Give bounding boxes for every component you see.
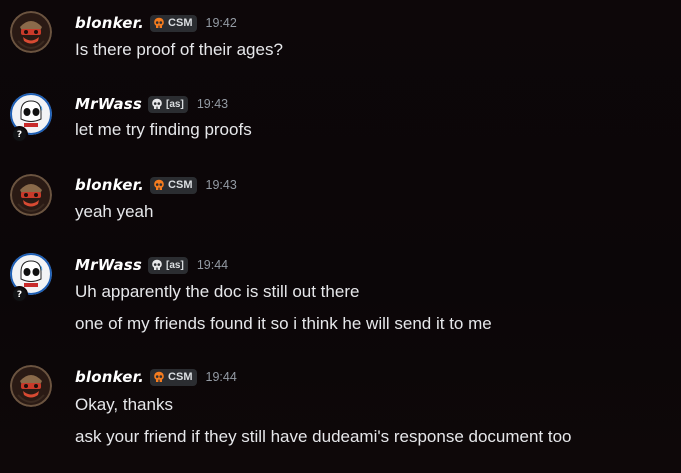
timestamp[interactable]: 19:44 <box>197 258 228 272</box>
message-group: blonker. CSM 19:43 yeah yeah <box>0 162 681 242</box>
message-group: ? MrWass [as] 19:43 let me try finding p… <box>0 82 681 162</box>
message-group: blonker. CSM 19:42 Is there proof of the… <box>0 0 681 82</box>
message-group: blonker. CSM 19:44 Okay, thanks ask your… <box>0 354 681 473</box>
username[interactable]: MrWass <box>75 256 142 274</box>
timestamp[interactable]: 19:42 <box>206 16 237 30</box>
tag-label: CSM <box>168 179 193 191</box>
server-tag[interactable]: [as] <box>148 95 188 113</box>
server-tag[interactable]: [as] <box>148 256 188 274</box>
tag-label: CSM <box>168 371 193 383</box>
blonker-avatar[interactable] <box>10 11 52 53</box>
message-text: Uh apparently the doc is still out there <box>75 282 360 301</box>
message-group: ? MrWass [as] 19:44 Uh apparently the do… <box>0 242 681 354</box>
blonker-avatar[interactable] <box>10 365 52 407</box>
message-header: blonker. CSM 19:44 <box>75 367 237 387</box>
chat-messages: blonker. CSM 19:42 Is there proof of the… <box>0 0 681 473</box>
tag-label: [as] <box>166 98 184 110</box>
message-header: blonker. CSM 19:43 <box>75 175 237 195</box>
message-header: blonker. CSM 19:42 <box>75 13 237 33</box>
message-header: MrWass [as] 19:43 <box>75 94 228 114</box>
message-text: let me try finding proofs <box>75 120 252 139</box>
username[interactable]: blonker. <box>75 176 144 194</box>
server-tag[interactable]: CSM <box>150 176 197 194</box>
message-text: one of my friends found it so i think he… <box>75 314 492 333</box>
question-badge-icon: ? <box>11 126 28 143</box>
message-header: MrWass [as] 19:44 <box>75 255 228 275</box>
timestamp[interactable]: 19:43 <box>206 178 237 192</box>
orange-skull-icon <box>154 179 164 190</box>
message-text: ask your friend if they still have dudea… <box>75 427 572 446</box>
server-tag[interactable]: CSM <box>150 368 197 386</box>
message-text: Okay, thanks <box>75 395 173 414</box>
username[interactable]: MrWass <box>75 95 142 113</box>
blonker-avatar[interactable] <box>10 174 52 216</box>
tag-label: CSM <box>168 17 193 29</box>
timestamp[interactable]: 19:43 <box>197 97 228 111</box>
white-skull-icon <box>152 259 162 270</box>
question-badge-icon: ? <box>11 286 28 303</box>
white-skull-icon <box>152 98 162 109</box>
orange-skull-icon <box>154 371 164 382</box>
message-text: yeah yeah <box>75 202 154 221</box>
message-text: Is there proof of their ages? <box>75 40 283 59</box>
timestamp[interactable]: 19:44 <box>206 370 237 384</box>
tag-label: [as] <box>166 259 184 271</box>
username[interactable]: blonker. <box>75 14 144 32</box>
orange-skull-icon <box>154 17 164 28</box>
username[interactable]: blonker. <box>75 368 144 386</box>
server-tag[interactable]: CSM <box>150 14 197 32</box>
